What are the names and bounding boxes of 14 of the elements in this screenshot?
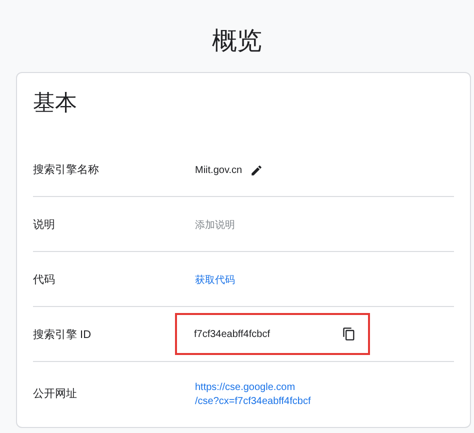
field-label: 说明 <box>33 218 56 232</box>
field-label: 代码 <box>33 272 56 286</box>
public-url-link[interactable]: https://cse.google.com /cse?cx=f7cf34eabff4fcbcf <box>195 381 311 409</box>
field-label: 搜索引擎名称 <box>33 162 100 176</box>
edit-icon[interactable] <box>250 164 264 177</box>
page-title: 概览 <box>211 26 263 57</box>
description-placeholder[interactable]: 添加说明 <box>195 218 235 232</box>
field-value: Miit.gov.cn <box>195 165 242 176</box>
copy-icon[interactable] <box>342 327 356 341</box>
field-value: f7cf34eabff4fcbcf <box>194 328 270 340</box>
get-code-link[interactable]: 获取代码 <box>195 273 235 287</box>
field-label: 公开网址 <box>33 386 78 400</box>
section-heading: 基本 <box>33 89 78 117</box>
field-label: 搜索引擎 ID <box>33 328 92 342</box>
